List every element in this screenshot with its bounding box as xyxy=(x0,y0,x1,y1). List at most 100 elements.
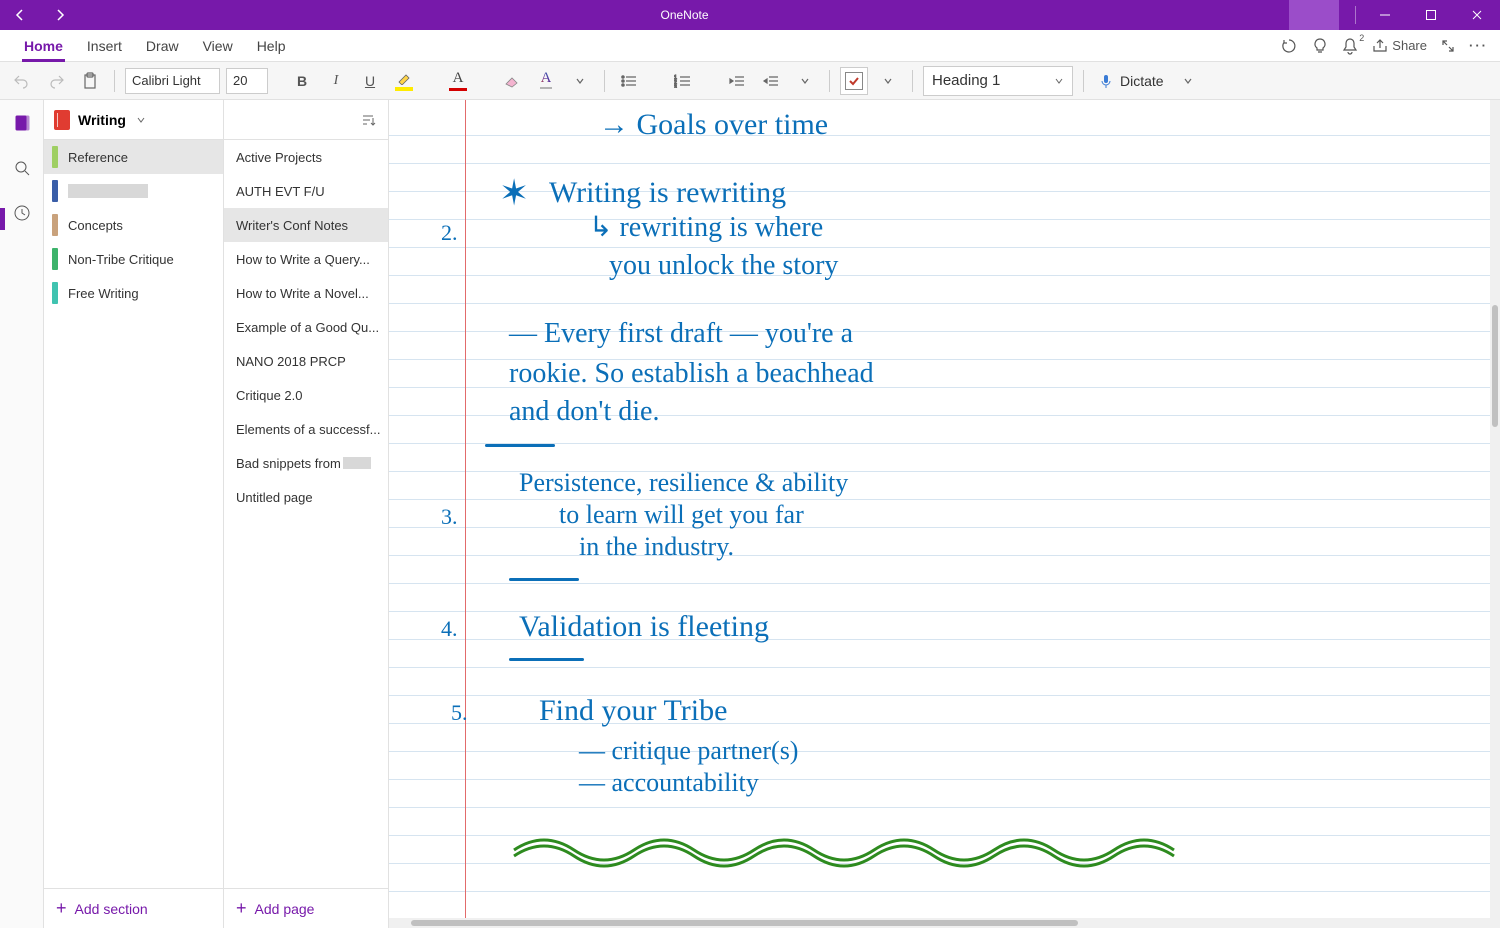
note-canvas[interactable]: → Goals over time✶Writing is rewriting↳ … xyxy=(389,100,1500,928)
font-name-input[interactable] xyxy=(125,68,220,94)
page-item[interactable]: Elements of a successf... xyxy=(224,412,388,446)
tab-help[interactable]: Help xyxy=(245,32,298,61)
page-item[interactable]: Untitled page xyxy=(224,480,388,514)
handwriting-number: 2. xyxy=(441,220,458,246)
title-bar: OneNote xyxy=(0,0,1500,30)
section-color-tab xyxy=(52,282,58,304)
bold-button[interactable]: B xyxy=(288,67,316,95)
page-label: Active Projects xyxy=(236,150,322,165)
page-item[interactable]: How to Write a Novel... xyxy=(224,276,388,310)
share-button[interactable]: Share xyxy=(1372,38,1427,54)
tab-view[interactable]: View xyxy=(191,32,245,61)
highlight-button[interactable] xyxy=(390,67,418,95)
search-icon[interactable] xyxy=(13,159,31,182)
section-color-tab xyxy=(52,214,58,236)
undo-button[interactable] xyxy=(8,67,36,95)
bullet-list-button[interactable] xyxy=(615,67,643,95)
paragraph-dropdown-chevron[interactable] xyxy=(791,67,819,95)
page-item[interactable]: Example of a Good Qu... xyxy=(224,310,388,344)
page-item[interactable]: Critique 2.0 xyxy=(224,378,388,412)
tag-dropdown-chevron[interactable] xyxy=(874,67,902,95)
handwriting-line: to learn will get you far xyxy=(559,500,804,530)
notebook-icon xyxy=(54,110,70,130)
outdent-button[interactable] xyxy=(723,67,751,95)
close-button[interactable] xyxy=(1454,0,1500,30)
clear-formatting-button[interactable]: A xyxy=(532,67,560,95)
sections-panel: Writing Reference Concepts Non-Tribe Criti… xyxy=(44,100,224,928)
font-size-input[interactable] xyxy=(226,68,268,94)
tab-insert[interactable]: Insert xyxy=(75,32,134,61)
numbered-list-button[interactable]: 123 xyxy=(669,67,697,95)
dictate-dropdown-chevron[interactable] xyxy=(1174,67,1202,95)
handwriting-line: and don't die. xyxy=(509,396,659,428)
tab-home[interactable]: Home xyxy=(12,32,75,61)
section-label: Non-Tribe Critique xyxy=(68,252,174,267)
add-page-label: Add page xyxy=(255,901,315,917)
green-scribble xyxy=(509,820,1229,870)
add-section-button[interactable]: + Add section xyxy=(44,888,223,928)
notifications-icon[interactable]: 2 xyxy=(1342,37,1358,55)
pages-header xyxy=(224,100,388,140)
left-rail xyxy=(0,100,44,928)
notebook-name: Writing xyxy=(78,112,126,128)
section-item[interactable]: Free Writing xyxy=(44,276,223,310)
horizontal-scrollbar[interactable] xyxy=(389,918,1500,928)
back-button[interactable] xyxy=(0,0,40,30)
account-box[interactable] xyxy=(1289,0,1339,30)
style-select[interactable]: Heading 1 xyxy=(923,66,1073,96)
section-item[interactable]: Concepts xyxy=(44,208,223,242)
handwriting-line: rookie. So establish a beachhead xyxy=(509,358,874,390)
section-label: Free Writing xyxy=(68,286,139,301)
section-label: Concepts xyxy=(68,218,123,233)
sort-icon[interactable] xyxy=(360,112,376,128)
indent-button[interactable] xyxy=(757,67,785,95)
dictate-button[interactable]: Dictate xyxy=(1094,73,1168,89)
add-page-button[interactable]: + Add page xyxy=(224,888,388,928)
page-label: Writer's Conf Notes xyxy=(236,218,348,233)
window-controls xyxy=(1362,0,1500,30)
eraser-button[interactable] xyxy=(498,67,526,95)
maximize-button[interactable] xyxy=(1408,0,1454,30)
page-item[interactable]: AUTH EVT F/U xyxy=(224,174,388,208)
sync-icon[interactable] xyxy=(1280,37,1298,55)
page-label: Critique 2.0 xyxy=(236,388,302,403)
page-label: How to Write a Query... xyxy=(236,252,370,267)
underline-button[interactable]: U xyxy=(356,67,384,95)
section-item[interactable] xyxy=(44,174,223,208)
notebook-selector[interactable]: Writing xyxy=(44,100,223,140)
share-label: Share xyxy=(1392,38,1427,53)
font-color-button[interactable]: A xyxy=(444,67,472,95)
page-item[interactable]: Active Projects xyxy=(224,140,388,174)
lightbulb-icon[interactable] xyxy=(1312,37,1328,55)
page-item[interactable]: Bad snippets from xyxy=(224,446,388,480)
italic-button[interactable]: I xyxy=(322,67,350,95)
section-item[interactable]: Non-Tribe Critique xyxy=(44,242,223,276)
clipboard-button[interactable] xyxy=(76,67,104,95)
handwriting-line: → Goals over time xyxy=(599,108,828,142)
handwriting-line: — accountability xyxy=(579,768,759,798)
handwriting-line: — critique partner(s) xyxy=(579,736,798,766)
tab-draw[interactable]: Draw xyxy=(134,32,191,61)
fullscreen-icon[interactable] xyxy=(1441,39,1455,53)
section-color-tab xyxy=(52,248,58,270)
dictate-label: Dictate xyxy=(1120,73,1164,89)
page-item[interactable]: Writer's Conf Notes xyxy=(224,208,388,242)
minimize-button[interactable] xyxy=(1362,0,1408,30)
plus-icon: + xyxy=(236,898,247,919)
recent-icon[interactable] xyxy=(13,204,31,227)
more-icon[interactable]: ··· xyxy=(1469,38,1488,53)
redo-button[interactable] xyxy=(42,67,70,95)
section-label: Reference xyxy=(68,150,128,165)
section-item[interactable]: Reference xyxy=(44,140,223,174)
font-dropdown-chevron[interactable] xyxy=(566,67,594,95)
handwriting-line: in the industry. xyxy=(579,532,734,562)
notebooks-icon[interactable] xyxy=(13,114,31,137)
page-item[interactable]: NANO 2018 PRCP xyxy=(224,344,388,378)
page-item[interactable]: How to Write a Query... xyxy=(224,242,388,276)
todo-tag-button[interactable] xyxy=(840,67,868,95)
vertical-scrollbar[interactable] xyxy=(1490,100,1500,918)
notification-badge: 2 xyxy=(1359,33,1364,43)
handwriting-line: Find your Tribe xyxy=(539,694,727,728)
page-label: How to Write a Novel... xyxy=(236,286,369,301)
forward-button[interactable] xyxy=(40,0,80,30)
